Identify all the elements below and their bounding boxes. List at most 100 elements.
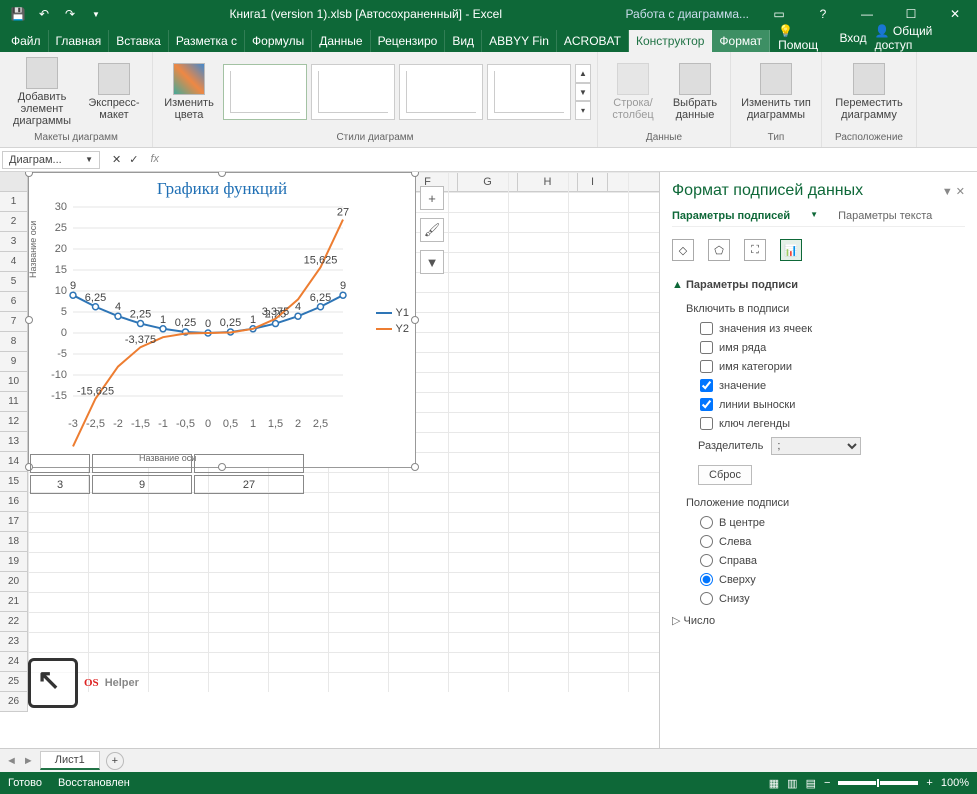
worksheet[interactable]: ABCDEFGHI 123456789101112131415161718192…	[0, 172, 659, 748]
row-header[interactable]: 11	[0, 392, 28, 412]
sheet-nav-prev-icon[interactable]: ◄	[6, 755, 17, 767]
gallery-down-icon[interactable]: ▼	[575, 83, 591, 102]
rb-center[interactable]: В центре	[672, 513, 965, 532]
tab-acrobat[interactable]: ACROBAT	[557, 30, 629, 52]
tab-file[interactable]: Файл	[4, 30, 49, 52]
zoom-in-icon[interactable]: +	[926, 777, 932, 789]
style-thumb-3[interactable]	[399, 64, 483, 120]
chart-brush-icon[interactable]: 🖌	[420, 218, 444, 242]
row-header[interactable]: 12	[0, 412, 28, 432]
zoom-out-icon[interactable]: −	[824, 777, 830, 789]
tab-home[interactable]: Главная	[49, 30, 110, 52]
rb-right[interactable]: Справа	[672, 551, 965, 570]
row-header[interactable]: 23	[0, 632, 28, 652]
row-header[interactable]: 15	[0, 472, 28, 492]
cb-cell-values[interactable]: значения из ячеек	[672, 319, 965, 338]
qat-more-icon[interactable]: ▼	[84, 2, 108, 26]
size-icon[interactable]: ⛶	[744, 239, 766, 261]
zoom-level[interactable]: 100%	[941, 777, 969, 789]
chart-legend[interactable]: Y1 Y2	[376, 303, 409, 339]
chart-title[interactable]: Графики функций	[29, 173, 415, 205]
switch-row-col-button[interactable]: Строка/столбец	[604, 57, 662, 127]
select-all-corner[interactable]	[0, 172, 28, 191]
row-header[interactable]: 25	[0, 672, 28, 692]
cb-value[interactable]: значение	[672, 376, 965, 395]
sheet-tab[interactable]: Лист1	[40, 751, 100, 770]
sheet-nav-next-icon[interactable]: ►	[23, 755, 34, 767]
cb-legend-key[interactable]: ключ легенды	[672, 414, 965, 433]
pane-close-icon[interactable]: ▼ ✕	[942, 185, 965, 198]
row-header[interactable]: 3	[0, 232, 28, 252]
row-header[interactable]: 16	[0, 492, 28, 512]
cb-series-name[interactable]: имя ряда	[672, 338, 965, 357]
chart-filter-icon[interactable]: ▼	[420, 250, 444, 274]
row-header[interactable]: 9	[0, 352, 28, 372]
save-icon[interactable]: 💾	[6, 2, 30, 26]
row-header[interactable]: 4	[0, 252, 28, 272]
row-header[interactable]: 2	[0, 212, 28, 232]
quick-layout-button[interactable]: Экспресс-макет	[82, 57, 146, 127]
plot-area[interactable]: -15-10-5051015202530-3-2,5-2-1,5-1-0,500…	[73, 207, 343, 417]
section-number[interactable]: ▷ Число	[672, 608, 965, 633]
style-thumb-1[interactable]	[223, 64, 307, 120]
tab-design[interactable]: Конструктор	[629, 30, 712, 52]
select-data-button[interactable]: Выбрать данные	[666, 57, 724, 127]
cb-category-name[interactable]: имя категории	[672, 357, 965, 376]
undo-icon[interactable]: ↶	[32, 2, 56, 26]
row-header[interactable]: 17	[0, 512, 28, 532]
new-sheet-icon[interactable]: +	[106, 752, 124, 770]
row-header[interactable]: 24	[0, 652, 28, 672]
row-header[interactable]: 13	[0, 432, 28, 452]
row-header[interactable]: 19	[0, 552, 28, 572]
fx-icon[interactable]: fx	[146, 153, 163, 166]
cancel-fx-icon[interactable]: ✕	[112, 153, 121, 166]
pane-sub-options[interactable]: Параметры подписей	[672, 210, 790, 222]
row-header[interactable]: 10	[0, 372, 28, 392]
effects-icon[interactable]: ⬠	[708, 239, 730, 261]
rb-top[interactable]: Сверху	[672, 570, 965, 589]
change-chart-type-button[interactable]: Изменить тип диаграммы	[737, 57, 815, 127]
visible-table[interactable]: 3927	[28, 452, 306, 496]
row-header[interactable]: 1	[0, 192, 28, 212]
tab-view[interactable]: Вид	[445, 30, 482, 52]
gallery-more-icon[interactable]: ▾	[575, 101, 591, 120]
add-chart-element-button[interactable]: Добавить элемент диаграммы	[6, 57, 78, 127]
view-break-icon[interactable]: ▤	[806, 777, 816, 790]
row-header[interactable]: 7	[0, 312, 28, 332]
y-axis-label[interactable]: Название оси	[28, 221, 38, 278]
rb-left[interactable]: Слева	[672, 532, 965, 551]
cb-leader-lines[interactable]: линии выноски	[672, 395, 965, 414]
tell-me[interactable]: 💡 Помощ	[778, 24, 831, 52]
resize-handle-e[interactable]	[411, 316, 419, 324]
row-header[interactable]: 22	[0, 612, 28, 632]
move-chart-button[interactable]: Переместить диаграмму	[828, 57, 910, 127]
separator-select[interactable]: ;	[771, 437, 861, 455]
tab-review[interactable]: Рецензиро	[371, 30, 446, 52]
row-header[interactable]: 6	[0, 292, 28, 312]
rb-bottom[interactable]: Снизу	[672, 589, 965, 608]
chart-object[interactable]: Графики функций Название оси Название ос…	[28, 172, 416, 468]
chart-styles-gallery[interactable]: ▲▼▾	[223, 64, 591, 120]
view-normal-icon[interactable]: ▦	[769, 777, 779, 790]
resize-handle-se[interactable]	[411, 463, 419, 471]
reset-button[interactable]: Сброс	[698, 465, 752, 485]
label-options-icon[interactable]: 📊	[780, 239, 802, 261]
signin-link[interactable]: Вход	[839, 31, 866, 45]
name-box[interactable]: Диаграм...▼	[2, 151, 100, 169]
chart-plus-icon[interactable]: +	[420, 186, 444, 210]
fill-line-icon[interactable]: ◇	[672, 239, 694, 261]
row-header[interactable]: 5	[0, 272, 28, 292]
row-header[interactable]: 26	[0, 692, 28, 712]
tab-formulas[interactable]: Формулы	[245, 30, 312, 52]
zoom-slider[interactable]	[838, 781, 918, 785]
change-colors-button[interactable]: Изменить цвета	[159, 57, 219, 127]
gallery-up-icon[interactable]: ▲	[575, 64, 591, 83]
tab-insert[interactable]: Вставка	[109, 30, 169, 52]
row-header[interactable]: 20	[0, 572, 28, 592]
style-thumb-4[interactable]	[487, 64, 571, 120]
redo-icon[interactable]: ↷	[58, 2, 82, 26]
view-layout-icon[interactable]: ▥	[787, 777, 797, 790]
row-header[interactable]: 21	[0, 592, 28, 612]
share-button[interactable]: 👤 Общий доступ	[875, 24, 965, 52]
tab-layout[interactable]: Разметка с	[169, 30, 245, 52]
